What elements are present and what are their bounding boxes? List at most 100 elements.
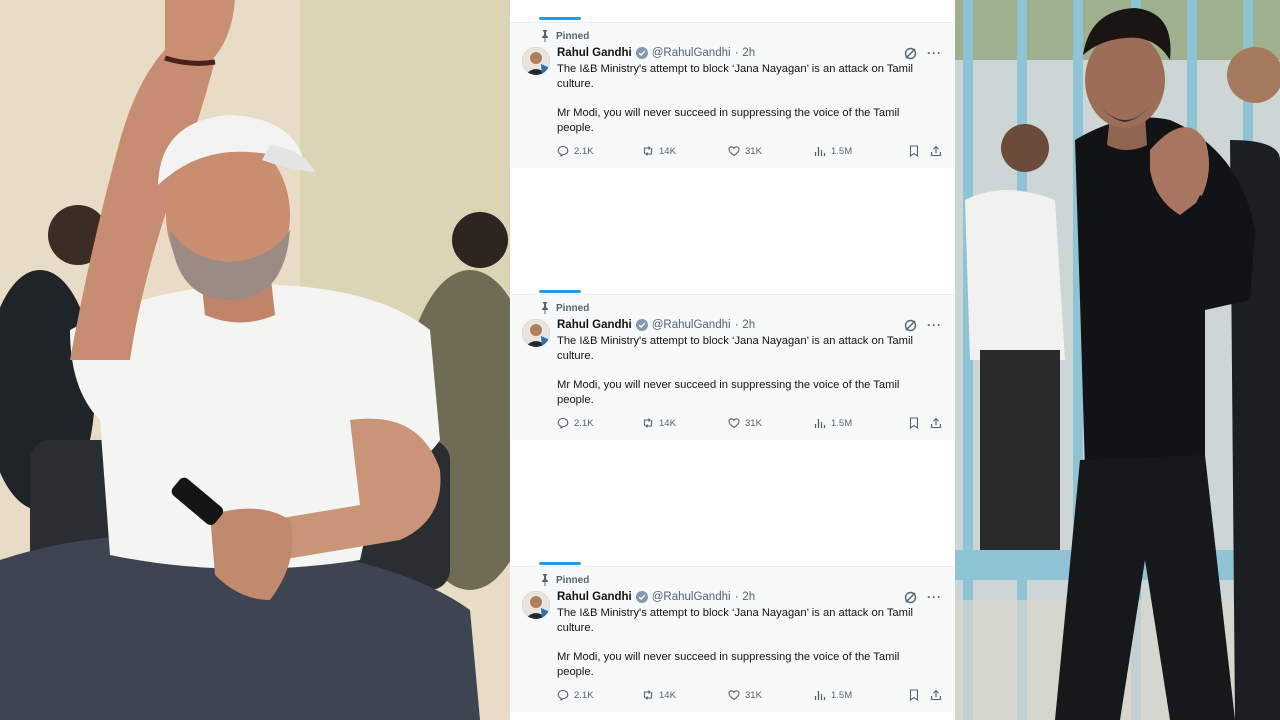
grok-icon[interactable] [904, 591, 917, 604]
more-icon[interactable]: ··· [927, 318, 942, 332]
retweet-button[interactable]: 14K [642, 689, 728, 701]
grok-icon[interactable] [904, 319, 917, 332]
share-icon[interactable] [930, 689, 942, 701]
views-count: 1.5M [831, 417, 853, 429]
bookmark-icon[interactable] [908, 689, 920, 701]
views-icon [814, 691, 826, 700]
retweet-icon [643, 690, 653, 700]
tweet-paragraph-1: The I&B Ministry's attempt to block ‘Jan… [557, 63, 913, 90]
avatar[interactable] [522, 591, 550, 619]
verified-badge-icon [635, 591, 648, 603]
views-button[interactable]: 1.5M [814, 145, 904, 157]
left-photo-scene [0, 0, 510, 720]
tweet-action-bar: 2.1K 14K 31K 1.5M [557, 144, 942, 158]
bookmark-icon[interactable] [908, 145, 920, 157]
separator-dot: · [734, 47, 739, 59]
tweet-paragraph-2: Mr Modi, you will never succeed in suppr… [557, 651, 900, 679]
like-count: 31K [745, 417, 762, 429]
tweet-text: The I&B Ministry's attempt to block ‘Jan… [557, 606, 927, 680]
like-button[interactable]: 31K [728, 145, 814, 157]
tweet-action-bar: 2.1K 14K 31K 1.5M [557, 416, 942, 430]
reply-icon [557, 689, 569, 701]
tweet-header: Rahul Gandhi @RahulGandhi · 2h ··· [557, 589, 942, 605]
pinned-label: Pinned [556, 302, 590, 314]
share-icon[interactable] [930, 145, 942, 157]
tweet-card[interactable]: Pinned Rahul Gandhi @RahulGandhi · 2h ··… [510, 566, 955, 712]
reply-button[interactable]: 2.1K [557, 145, 642, 157]
bookmark-icon[interactable] [908, 417, 920, 429]
pinned-label-row: Pinned [540, 29, 589, 43]
tweet-text: The I&B Ministry's attempt to block ‘Jan… [557, 62, 927, 136]
retweet-count: 14K [659, 689, 676, 701]
reply-count: 2.1K [574, 689, 594, 701]
share-icon[interactable] [930, 417, 942, 429]
reply-button[interactable]: 2.1K [557, 417, 642, 429]
tweet-header: Rahul Gandhi @RahulGandhi · 2h ··· [557, 317, 942, 333]
tweet-paragraph-1: The I&B Ministry's attempt to block ‘Jan… [557, 607, 913, 634]
retweet-count: 14K [659, 417, 676, 429]
tweet-text: The I&B Ministry's attempt to block ‘Jan… [557, 334, 927, 408]
pinned-label: Pinned [556, 30, 590, 42]
tweet-paragraph-1: The I&B Ministry's attempt to block ‘Jan… [557, 335, 913, 362]
like-button[interactable]: 31K [728, 689, 814, 701]
more-icon[interactable]: ··· [927, 590, 942, 604]
post-time[interactable]: 2h [742, 591, 755, 603]
tweet-card[interactable]: Pinned Rahul Gandhi @RahulGandhi · 2h ··… [510, 22, 955, 168]
views-count: 1.5M [831, 689, 853, 701]
views-icon [814, 419, 826, 428]
author-name[interactable]: Rahul Gandhi [557, 47, 632, 59]
pinned-label-row: Pinned [540, 573, 589, 587]
author-handle[interactable]: @RahulGandhi [652, 319, 731, 331]
verified-badge-icon [635, 47, 648, 59]
avatar[interactable] [522, 319, 550, 347]
author-name[interactable]: Rahul Gandhi [557, 319, 632, 331]
pin-icon [542, 30, 548, 42]
right-photo-scene [955, 0, 1280, 720]
author-name[interactable]: Rahul Gandhi [557, 591, 632, 603]
retweet-icon [643, 146, 653, 156]
tweet-paragraph-2: Mr Modi, you will never succeed in suppr… [557, 107, 900, 135]
tweet-card[interactable]: Pinned Rahul Gandhi @RahulGandhi · 2h ··… [510, 294, 955, 440]
post-time[interactable]: 2h [742, 319, 755, 331]
more-icon[interactable]: ··· [927, 46, 942, 60]
tweet-header: Rahul Gandhi @RahulGandhi · 2h ··· [557, 45, 942, 61]
separator-dot: · [734, 591, 739, 603]
pinned-label-row: Pinned [540, 301, 589, 315]
like-icon [728, 418, 740, 429]
tab-indicator [539, 562, 581, 565]
views-icon [814, 147, 826, 156]
tab-indicator [539, 17, 581, 20]
like-icon [728, 146, 740, 157]
pin-icon [542, 302, 548, 314]
reply-icon [557, 417, 569, 429]
reply-count: 2.1K [574, 417, 594, 429]
like-button[interactable]: 31K [728, 417, 814, 429]
retweet-button[interactable]: 14K [642, 417, 728, 429]
reply-button[interactable]: 2.1K [557, 689, 642, 701]
like-icon [728, 690, 740, 701]
separator-dot: · [734, 319, 739, 331]
retweet-count: 14K [659, 145, 676, 157]
author-handle[interactable]: @RahulGandhi [652, 591, 731, 603]
author-handle[interactable]: @RahulGandhi [652, 47, 731, 59]
retweet-button[interactable]: 14K [642, 145, 728, 157]
like-count: 31K [745, 689, 762, 701]
views-button[interactable]: 1.5M [814, 689, 904, 701]
reply-icon [557, 145, 569, 157]
tweet-screenshots-column: Pinned Rahul Gandhi @RahulGandhi · 2h ··… [510, 0, 955, 720]
grok-icon[interactable] [904, 47, 917, 60]
like-count: 31K [745, 145, 762, 157]
views-button[interactable]: 1.5M [814, 417, 904, 429]
right-photo-actor [955, 0, 1280, 720]
pinned-label: Pinned [556, 574, 590, 586]
reply-count: 2.1K [574, 145, 594, 157]
left-photo-politician [0, 0, 510, 720]
tweet-action-bar: 2.1K 14K 31K 1.5M [557, 688, 942, 702]
tab-indicator [539, 290, 581, 293]
pin-icon [542, 574, 548, 586]
avatar[interactable] [522, 47, 550, 75]
verified-badge-icon [635, 319, 648, 331]
retweet-icon [643, 418, 653, 428]
views-count: 1.5M [831, 145, 853, 157]
post-time[interactable]: 2h [742, 47, 755, 59]
